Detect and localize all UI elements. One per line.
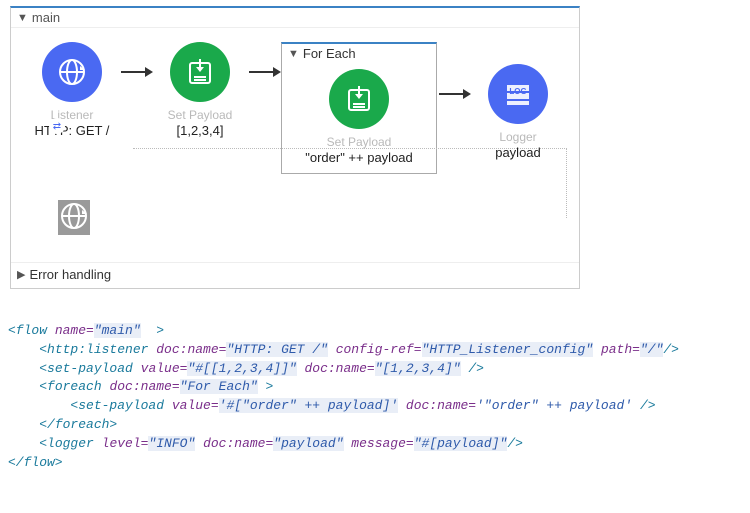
expand-icon[interactable]: ▶ [17,268,25,281]
connector-badge-icon: ⇄ [49,118,65,134]
globe-icon [58,200,90,235]
globe-icon [42,42,102,102]
arrow-icon [437,64,471,124]
svg-text:LOG: LOG [509,87,526,96]
log-icon: LOG [488,64,548,124]
foreach-inner-label: Set Payload [327,135,392,149]
set-payload-label: Set Payload [168,108,233,122]
set-payload-node[interactable]: Set Payload [1,2,3,4] [153,42,247,138]
collapse-icon[interactable]: ▼ [17,12,28,24]
document-download-icon [329,69,389,129]
logger-node[interactable]: LOG Logger payload [471,64,565,160]
collapse-icon[interactable]: ▼ [288,48,299,60]
response-node[interactable] [25,200,123,235]
set-payload-caption: [1,2,3,4] [177,123,224,138]
foreach-title: For Each [303,46,356,61]
flow-canvas: ▼ main ⇄ Listener HTTP: GET / [10,6,580,289]
foreach-header[interactable]: ▼ For Each [282,44,436,65]
xml-source: <flow name="main" > <http:listener doc:n… [8,303,742,473]
listener-node[interactable]: ⇄ Listener HTTP: GET / [25,42,119,138]
flow-header[interactable]: ▼ main [11,8,579,28]
listener-caption: HTTP: GET / [35,123,110,138]
logger-label: Logger [499,130,536,144]
response-row [11,182,579,262]
document-download-icon [170,42,230,102]
arrow-icon [247,42,281,102]
return-path [133,148,567,218]
error-handling-label: Error handling [29,267,111,282]
error-handling-header[interactable]: ▶ Error handling [11,262,579,288]
arrow-icon [119,42,153,102]
flow-name: main [32,10,60,25]
